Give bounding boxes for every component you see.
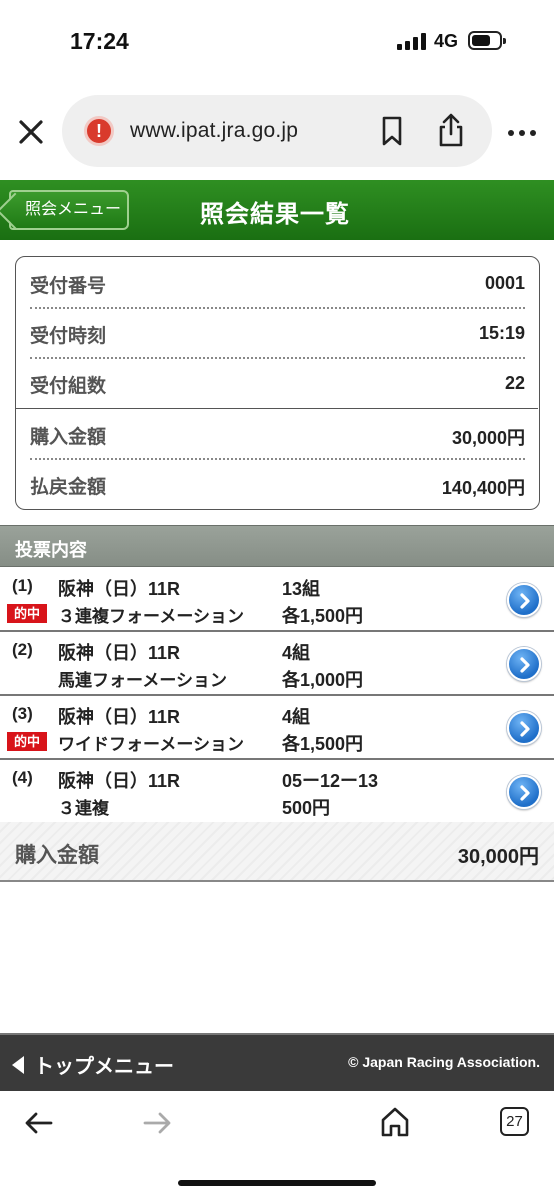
url-text[interactable]: www.ipat.jra.go.jp — [130, 119, 298, 143]
hit-badge: 的中 — [7, 732, 47, 751]
home-indicator — [178, 1180, 376, 1186]
info-label: 受付番号 — [30, 276, 107, 297]
info-row-receipt-count: 受付組数 22 — [30, 359, 525, 407]
chevron-right-icon[interactable] — [507, 711, 541, 745]
info-label: 払戻金額 — [30, 477, 107, 498]
page-header: 照会メニュー 照会結果一覧 — [0, 180, 554, 240]
bet-row[interactable]: (4) 阪神（日）11R ３連複 05ー12ー13 500円 — [0, 760, 554, 824]
back-menu-label: 照会メニュー — [25, 201, 122, 218]
bet-count: 13組 — [282, 579, 321, 599]
arrow-left-icon[interactable] — [24, 1111, 54, 1135]
bet-count: 05ー12ー13 — [282, 771, 379, 791]
info-value: 22 — [504, 373, 525, 393]
total-value: 30,000円 — [457, 846, 539, 868]
bookmark-icon[interactable] — [377, 115, 407, 147]
bet-row[interactable]: (3) 的中 阪神（日）11R ワイドフォーメーション 4組 各1,500円 — [0, 696, 554, 760]
back-menu-button[interactable]: 照会メニュー — [9, 190, 129, 230]
network-label: 4G — [434, 31, 459, 51]
total-label: 購入金額 — [15, 844, 99, 867]
bet-row[interactable]: (1) 的中 阪神（日）11R ３連複フォーメーション 13組 各1,500円 — [0, 568, 554, 632]
bet-race: 阪神（日）11R — [58, 579, 181, 599]
bet-race: 阪神（日）11R — [58, 707, 181, 727]
bet-index: (1) — [12, 576, 33, 595]
browser-bottom-bar: 27 — [0, 1091, 554, 1200]
bet-type: ワイドフォーメーション — [58, 735, 244, 754]
bet-amount: 各1,500円 — [282, 734, 364, 754]
close-icon[interactable] — [14, 115, 48, 149]
arrow-right-icon[interactable] — [142, 1111, 172, 1135]
bet-type: ３連複フォーメーション — [58, 607, 244, 626]
info-value: 140,400円 — [441, 478, 525, 498]
chevron-right-icon[interactable] — [507, 775, 541, 809]
page-title: 照会結果一覧 — [200, 201, 350, 228]
bet-race: 阪神（日）11R — [58, 771, 181, 791]
bet-row[interactable]: (2) 阪神（日）11R 馬連フォーメーション 4組 各1,000円 — [0, 632, 554, 696]
chevron-right-icon[interactable] — [507, 583, 541, 617]
bet-race: 阪神（日）11R — [58, 643, 181, 663]
status-time: 17:24 — [70, 28, 129, 54]
bet-index: (2) — [12, 640, 33, 659]
browser-toolbar: ! www.ipat.jra.go.jp — [0, 80, 554, 180]
bet-type: 馬連フォーメーション — [58, 671, 227, 690]
chevron-right-icon[interactable] — [507, 647, 541, 681]
info-value: 30,000円 — [451, 428, 525, 448]
info-label: 受付時刻 — [30, 326, 107, 347]
security-warning-icon[interactable]: ! — [84, 116, 114, 146]
battery-icon — [468, 31, 506, 50]
info-label: 受付組数 — [30, 376, 107, 397]
info-row-receipt-time: 受付時刻 15:19 — [30, 309, 525, 357]
home-icon[interactable] — [380, 1106, 410, 1138]
triangle-left-icon — [12, 1055, 24, 1074]
share-icon[interactable] — [436, 112, 466, 148]
bet-section-header: 投票内容 — [0, 525, 554, 567]
bet-amount: 各1,000円 — [282, 670, 364, 690]
total-purchase: 購入金額 30,000円 — [0, 822, 554, 882]
info-row-payout-amount: 払戻金額 140,400円 — [30, 460, 525, 508]
info-value: 15:19 — [478, 323, 525, 343]
info-row-purchase-amount: 購入金額 30,000円 — [30, 410, 525, 458]
page-footer: トップメニュー © Japan Racing Association. — [0, 1033, 554, 1091]
top-menu-link[interactable]: トップメニュー — [12, 1050, 174, 1079]
info-row-receipt-number: 受付番号 0001 — [30, 259, 525, 307]
bet-count: 4組 — [282, 643, 311, 663]
hit-badge: 的中 — [7, 604, 47, 623]
divider — [16, 408, 538, 409]
bet-count: 4組 — [282, 707, 311, 727]
info-value: 0001 — [484, 273, 525, 293]
bet-amount: 500円 — [282, 798, 331, 818]
tabs-button[interactable]: 27 — [500, 1107, 529, 1136]
bet-amount: 各1,500円 — [282, 606, 364, 626]
bet-index: (3) — [12, 704, 33, 723]
top-menu-label: トップメニュー — [34, 1056, 174, 1078]
signal-icon — [397, 33, 426, 50]
bet-index: (4) — [12, 768, 33, 787]
bet-type: ３連複 — [58, 799, 109, 818]
section-title: 投票内容 — [15, 540, 87, 560]
address-bar[interactable]: ! www.ipat.jra.go.jp — [62, 95, 492, 167]
status-bar: 17:24 4G — [0, 0, 554, 80]
info-label: 購入金額 — [30, 427, 107, 448]
more-icon[interactable] — [507, 125, 537, 136]
copyright-text: © Japan Racing Association. — [348, 1054, 540, 1070]
receipt-summary: 受付番号 0001 受付時刻 15:19 受付組数 22 購入金額 30,000… — [15, 256, 540, 510]
